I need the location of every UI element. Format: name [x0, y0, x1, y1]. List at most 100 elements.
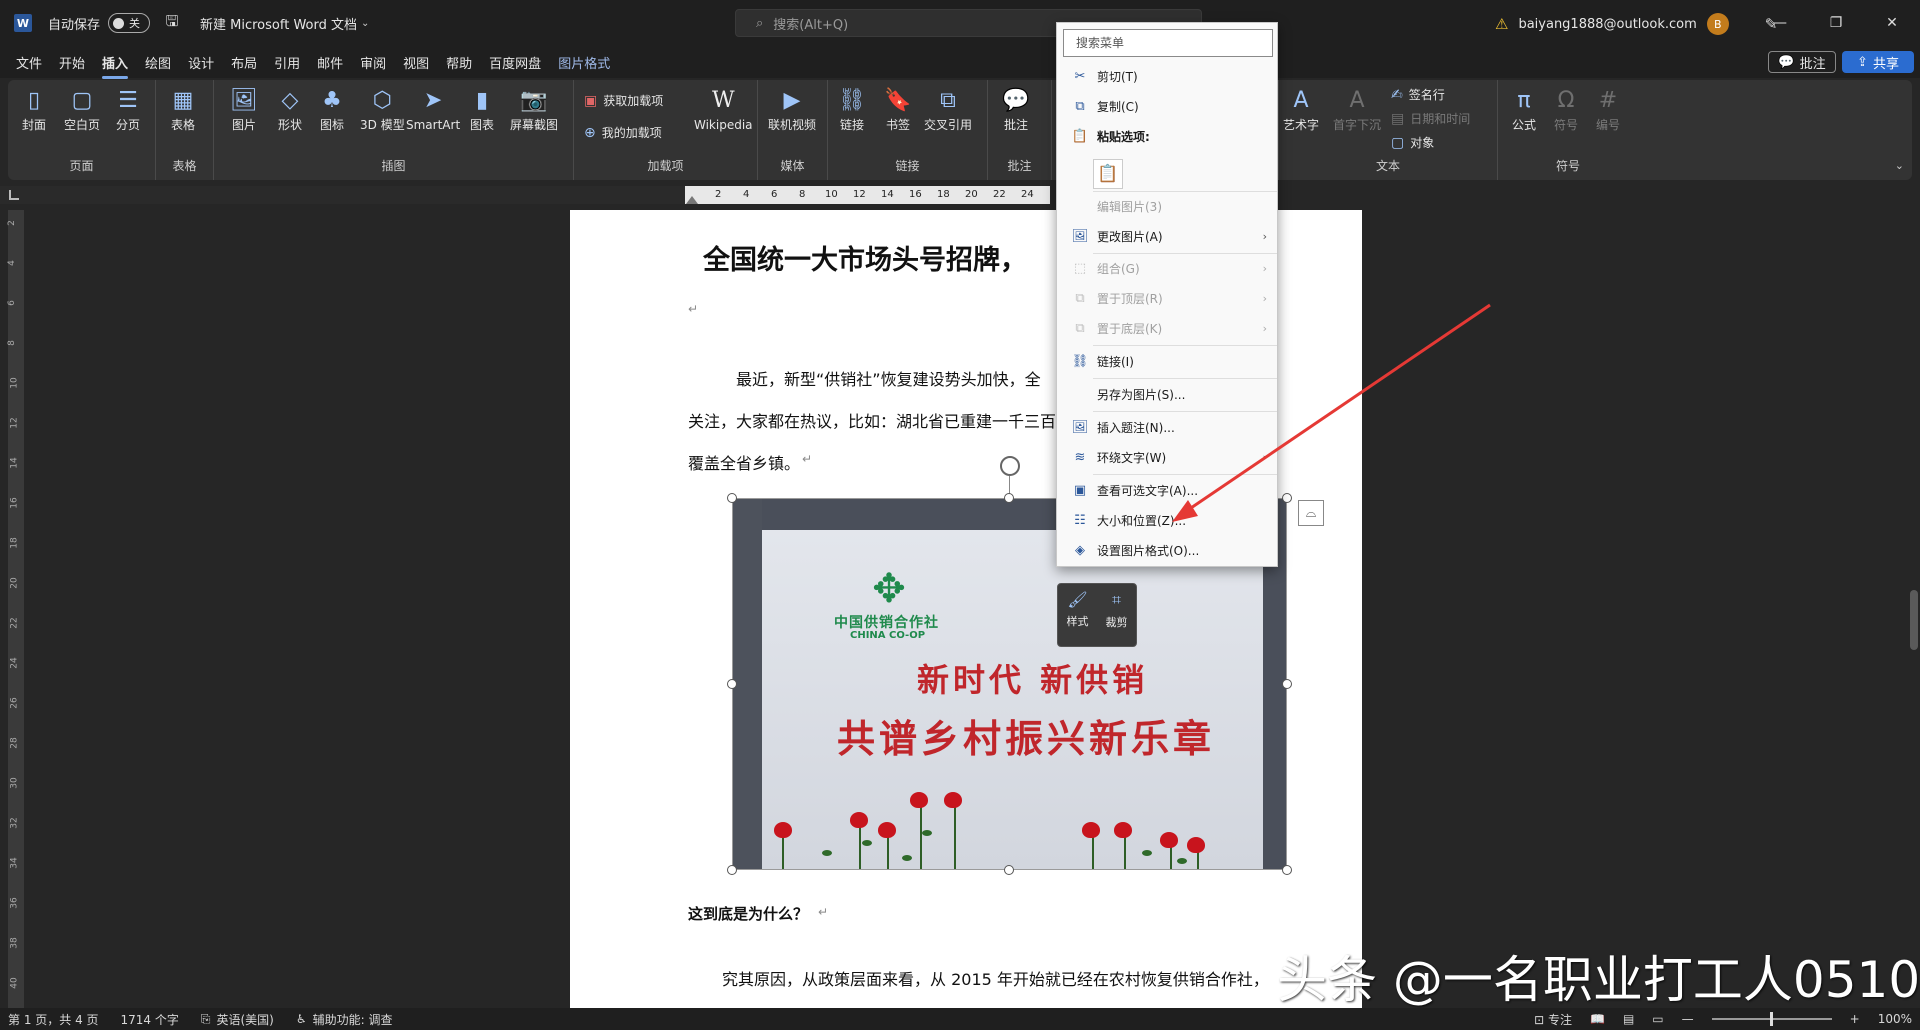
equation-button[interactable]: π 公式 [1510, 86, 1538, 133]
cross-reference-button[interactable]: ⧉ 交叉引用 [924, 86, 972, 133]
print-layout-icon[interactable]: ▤ [1623, 1012, 1634, 1026]
comments-button[interactable]: 💬 批注 [1768, 51, 1836, 73]
tab-layout[interactable]: 布局 [231, 53, 257, 72]
paragraph-line[interactable]: 覆盖全省乡镇。 [688, 450, 800, 474]
resize-handle-se[interactable] [1282, 865, 1292, 875]
account-area[interactable]: ⚠ baiyang1888@outlook.com B ✎ [1495, 13, 1777, 35]
autosave-toggle[interactable]: 关 [108, 13, 151, 33]
signature-line-button[interactable]: ✍ 签名行 [1391, 86, 1445, 103]
zoom-out-icon[interactable]: — [1682, 1012, 1694, 1026]
blank-page-button[interactable]: ▢ 空白页 [64, 86, 100, 133]
share-button[interactable]: ⇪ 共享 [1842, 51, 1914, 73]
bookmark-button[interactable]: 🔖 书签 [884, 86, 912, 133]
indent-marker[interactable] [686, 196, 698, 204]
tab-stop-selector[interactable] [9, 190, 19, 200]
zoom-level[interactable]: 100% [1878, 1012, 1912, 1026]
restore-button[interactable]: ❐ [1808, 15, 1864, 31]
menu-item-insert-caption[interactable]: 🖼 插入题注(N)... [1057, 414, 1277, 440]
drop-cap-button[interactable]: A 首字下沉 [1333, 86, 1381, 133]
smartart-button[interactable]: ➤ SmartArt [406, 86, 460, 133]
minimize-button[interactable]: — [1752, 15, 1808, 31]
language-indicator[interactable]: ⎘ 英语(美国) [201, 1011, 274, 1028]
page-break-button[interactable]: ☰ 分页 [114, 86, 142, 133]
chart-button[interactable]: ▮ 图表 [468, 86, 496, 133]
paragraph-line[interactable]: 究其原因，从政策层面来看，从 2015 年开始就已经在农村恢复供销合作社， [722, 966, 1269, 990]
tab-design[interactable]: 设计 [188, 53, 214, 72]
page-info[interactable]: 第 1 页，共 4 页 [8, 1011, 99, 1028]
resize-handle-w[interactable] [727, 679, 737, 689]
icons-button[interactable]: ♣ 图标 [318, 86, 346, 133]
word-count[interactable]: 1714 个字 [121, 1011, 179, 1028]
resize-handle-ne[interactable] [1282, 493, 1292, 503]
menu-item-save-as-picture[interactable]: 另存为图片(S)... [1057, 381, 1277, 407]
style-button[interactable]: 🖌 样式 [1067, 590, 1089, 646]
pictures-button[interactable]: 🖼 图片 [230, 86, 258, 133]
get-addins-button[interactable]: ▣ 获取加载项 [584, 92, 663, 109]
zoom-slider[interactable] [1711, 1012, 1832, 1026]
menu-item-group[interactable]: ⬚ 组合(G) › [1057, 255, 1277, 281]
document-heading[interactable]: 全国统一大市场头号招牌， [703, 238, 1027, 277]
tab-baidu-netdisk[interactable]: 百度网盘 [489, 53, 541, 72]
symbol-button[interactable]: Ω 符号 [1552, 86, 1580, 133]
menu-item-format-picture[interactable]: ◈ 设置图片格式(O)... [1057, 537, 1277, 563]
link-button[interactable]: ⛓ 链接 [838, 86, 866, 133]
menu-item-size-position[interactable]: ☷ 大小和位置(Z)... [1057, 507, 1277, 533]
focus-button[interactable]: ⊡ 专注 [1534, 1011, 1572, 1028]
avatar[interactable]: B [1706, 13, 1729, 35]
menu-item-alt-text[interactable]: ▣ 查看可选文字(A)... [1057, 477, 1277, 503]
menu-item-send-to-back[interactable]: ⧉ 置于底层(K) › [1057, 315, 1277, 341]
tab-references[interactable]: 引用 [274, 53, 300, 72]
save-icon[interactable]: 🖫 [162, 12, 182, 33]
cover-page-button[interactable]: ▯ 封面 [20, 86, 48, 133]
table-button[interactable]: ▦ 表格 [169, 86, 197, 133]
read-mode-icon[interactable]: 📖 [1590, 1012, 1605, 1026]
resize-handle-sw[interactable] [727, 865, 737, 875]
tab-file[interactable]: 文件 [16, 53, 42, 72]
number-button[interactable]: # 编号 [1594, 86, 1622, 133]
resize-handle-s[interactable] [1004, 865, 1014, 875]
menu-item-edit-picture[interactable]: 编辑图片(3) [1057, 193, 1277, 219]
resize-handle-n[interactable] [1004, 493, 1014, 503]
paste-keep-format-icon[interactable]: 📋 [1093, 159, 1123, 189]
rotate-handle[interactable] [1000, 456, 1020, 476]
menu-item-cut[interactable]: ✂ 剪切(T) [1057, 63, 1277, 89]
menu-item-bring-to-front[interactable]: ⧉ 置于顶层(R) › [1057, 285, 1277, 311]
close-button[interactable]: ✕ [1864, 15, 1920, 31]
accessibility-indicator[interactable]: ♿ 辅助功能: 调查 [296, 1011, 393, 1028]
web-layout-icon[interactable]: ▭ [1652, 1012, 1663, 1026]
horizontal-ruler[interactable]: 2 4 6 8 10 12 14 16 18 20 22 24 [685, 186, 1050, 204]
shapes-button[interactable]: ◇ 形状 [276, 86, 304, 133]
tab-review[interactable]: 审阅 [360, 53, 386, 72]
crop-button[interactable]: ⌗ 裁剪 [1106, 590, 1128, 646]
tab-help[interactable]: 帮助 [446, 53, 472, 72]
ribbon-collapse-icon[interactable]: ⌄ [1895, 159, 1904, 172]
date-time-button[interactable]: ▤ 日期和时间 [1391, 110, 1470, 127]
menu-item-wrap-text[interactable]: ≋ 环绕文字(W) › [1057, 444, 1277, 470]
menu-item-link[interactable]: ⛓ 链接(I) [1057, 348, 1277, 374]
new-comment-button[interactable]: 💬 批注 [1002, 86, 1030, 133]
account-email[interactable]: baiyang1888@outlook.com [1518, 17, 1696, 32]
warning-icon[interactable]: ⚠ [1495, 15, 1508, 33]
screenshot-button[interactable]: 📷 屏幕截图 [510, 86, 558, 133]
online-video-button[interactable]: ▶ 联机视频 [768, 86, 816, 133]
layout-options-button[interactable]: ⌓ [1298, 500, 1324, 526]
3d-models-button[interactable]: ⬡ 3D 模型 [360, 86, 405, 133]
tab-picture-format[interactable]: 图片格式 [558, 53, 610, 72]
tab-draw[interactable]: 绘图 [145, 53, 171, 72]
resize-handle-e[interactable] [1282, 679, 1292, 689]
zoom-in-icon[interactable]: + [1850, 1012, 1860, 1026]
tab-mailings[interactable]: 邮件 [317, 53, 343, 72]
paragraph-line[interactable]: 关注，大家都在热议，比如：湖北省已重建一千三百 [688, 408, 1056, 432]
tab-home[interactable]: 开始 [59, 53, 85, 72]
subheading[interactable]: 这到底是为什么？ [688, 903, 808, 924]
resize-handle-nw[interactable] [727, 493, 737, 503]
tab-insert[interactable]: 插入 [102, 53, 129, 79]
document-title[interactable]: 新建 Microsoft Word 文档 [200, 14, 357, 33]
menu-item-copy[interactable]: ⧉ 复制(C) [1057, 93, 1277, 119]
wikipedia-button[interactable]: W Wikipedia [694, 86, 753, 133]
object-button[interactable]: ▢ 对象 [1391, 134, 1434, 151]
chevron-down-icon[interactable]: ⌄ [361, 18, 369, 29]
tab-view[interactable]: 视图 [403, 53, 429, 72]
my-addins-button[interactable]: ⊕ 我的加载项 [584, 124, 662, 141]
menu-item-change-picture[interactable]: 🖼 更改图片(A) › [1057, 223, 1277, 249]
